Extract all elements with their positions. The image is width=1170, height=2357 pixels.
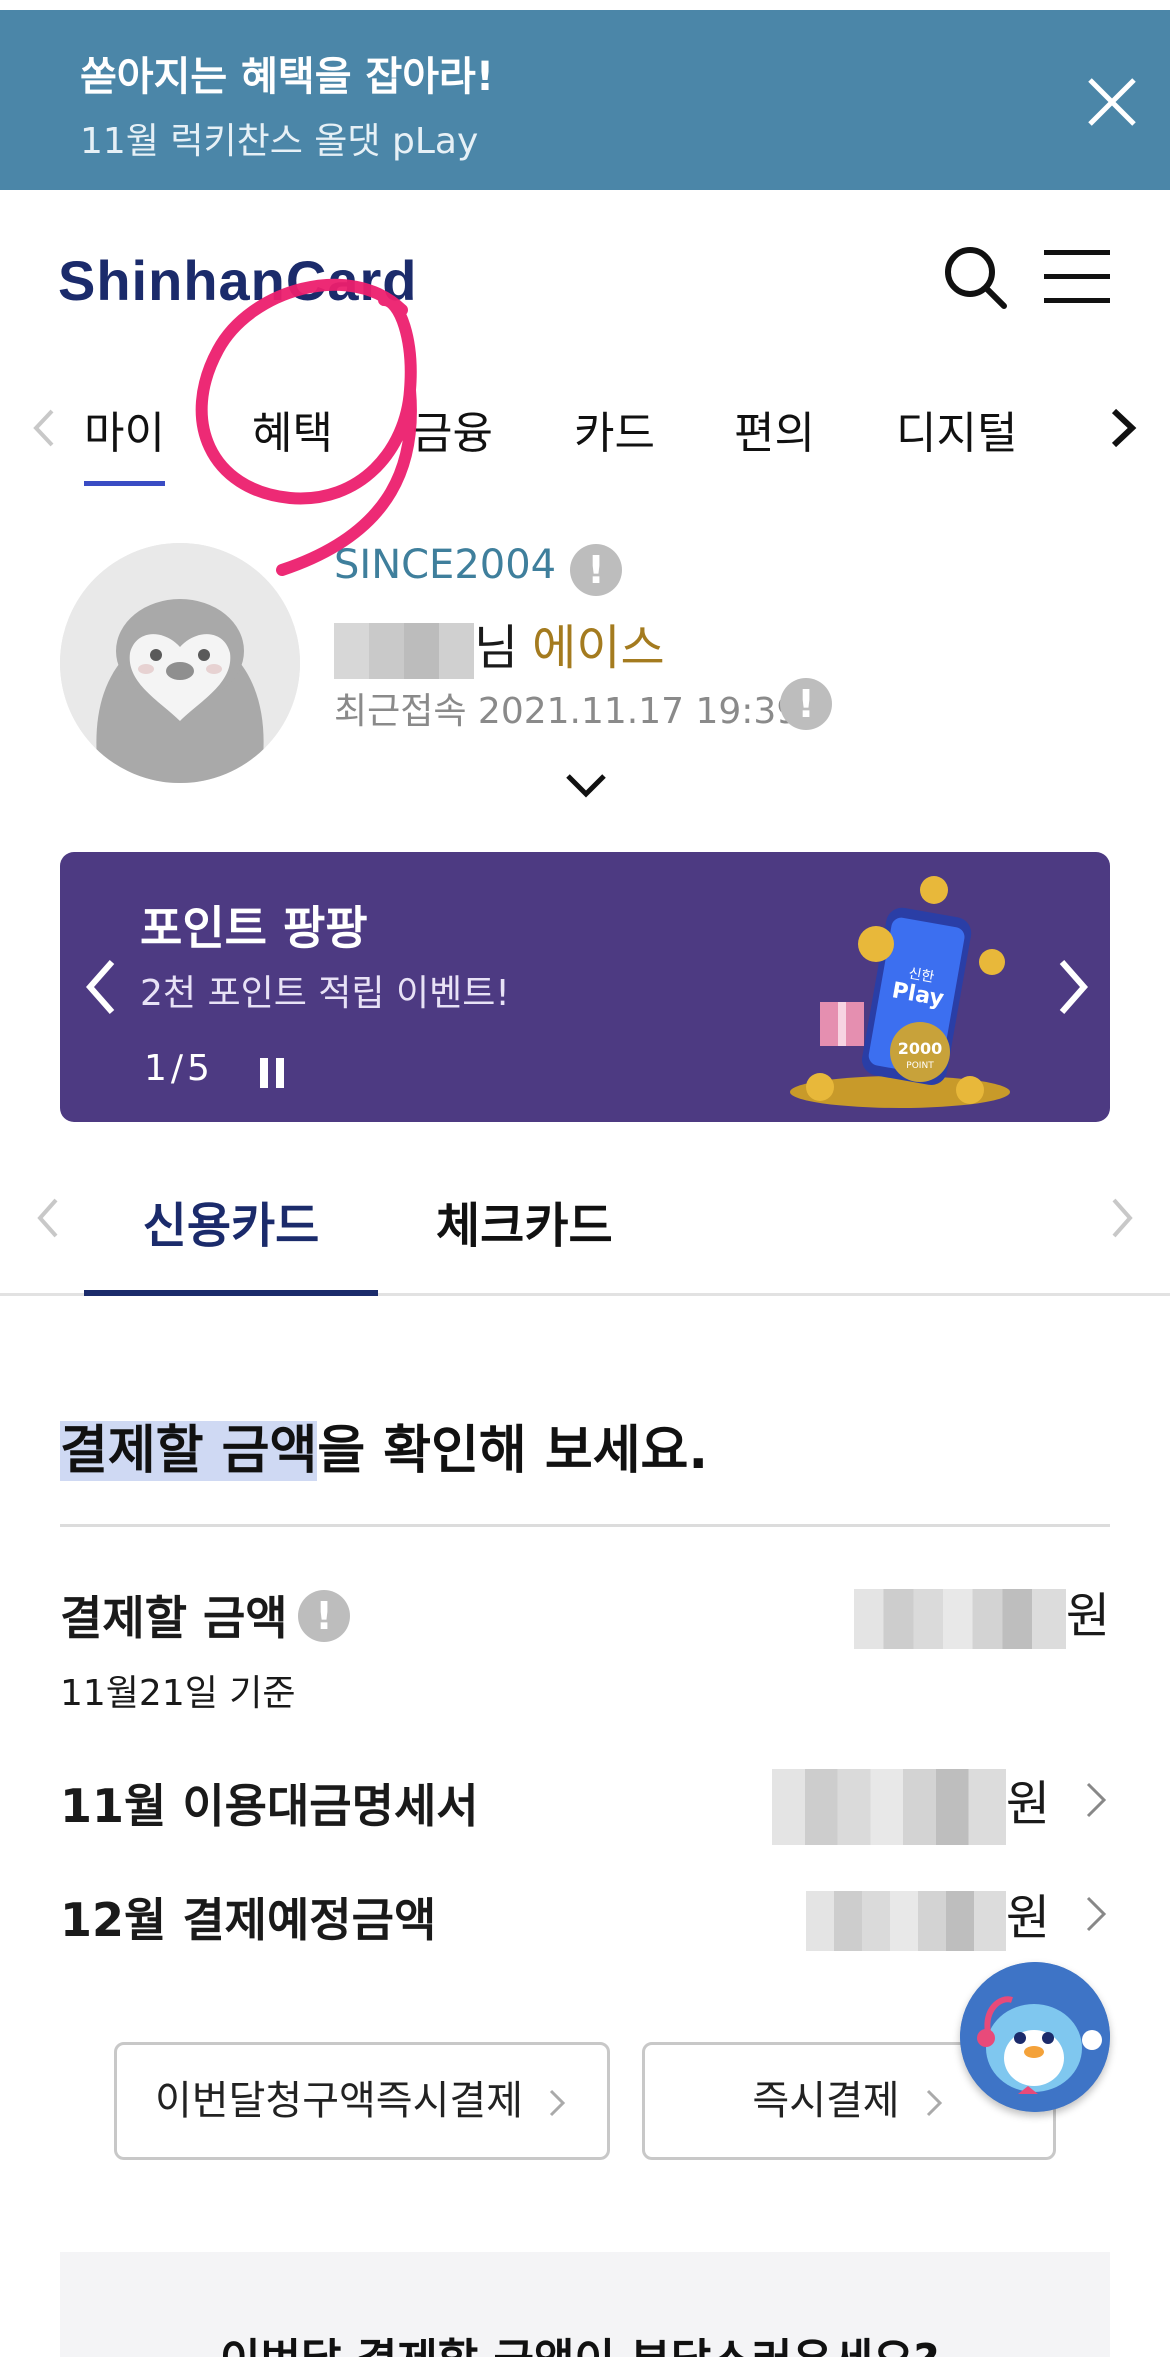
app-header: ShinhanCard	[0, 190, 1170, 370]
info-icon[interactable]: !	[570, 544, 622, 596]
chevron-down-icon[interactable]	[560, 766, 612, 806]
masked-amount	[853, 1589, 1066, 1649]
chevron-left-icon[interactable]	[78, 952, 124, 1022]
chatbot-button[interactable]	[960, 1962, 1110, 2112]
tab-my[interactable]: 마이	[84, 397, 165, 486]
profile-section: SINCE2004 ! 님 에이스 최근접속 2021.11.17 19:39 !	[0, 530, 1170, 820]
tab-finance[interactable]: 금융	[412, 397, 493, 461]
last-login-text: 최근접속 2021.11.17 19:39	[334, 691, 800, 732]
event-banner[interactable]: 포인트 팡팡 2천 포인트 적립 이벤트! 1/5 신한 Play 2000 P…	[60, 852, 1110, 1122]
promo-title: 쏟아지는 혜택을 잡아라!	[80, 54, 495, 100]
pay-phone-illustration: 신한 Play 2000 POINT	[790, 876, 1010, 1108]
payment-heading-rest: 을 확인해 보세요.	[317, 1421, 709, 1481]
pay-now-label: 즉시결제	[752, 2078, 900, 2124]
currency-won: 원	[1005, 1890, 1050, 1946]
chevron-right-icon[interactable]	[1080, 1776, 1110, 1824]
chevron-right-icon[interactable]	[1100, 401, 1146, 455]
chevron-right-icon[interactable]	[1106, 1190, 1140, 1246]
chevron-right-icon[interactable]	[1050, 952, 1096, 1022]
tab-credit-card[interactable]: 신용카드	[84, 1186, 378, 1296]
chevron-right-icon	[549, 2089, 566, 2117]
chevron-right-icon	[926, 2089, 942, 2117]
shinhan-card-logo[interactable]: ShinhanCard	[58, 248, 417, 313]
tab-check-card[interactable]: 체크카드	[436, 1186, 613, 1256]
name-suffix: 님	[474, 620, 519, 676]
penguin-icon	[60, 543, 300, 783]
pause-icon[interactable]	[258, 1056, 286, 1090]
info-icon[interactable]: !	[780, 678, 832, 730]
art-amount-text: 2000	[898, 1039, 943, 1058]
scheduled-payment-amount: 원	[805, 1878, 1050, 1951]
pay-this-month-button[interactable]: 이번달청구액즉시결제	[114, 2042, 610, 2160]
promo-banner[interactable]: 쏟아지는 혜택을 잡아라! 11월 럭키찬스 올댓 pLay	[0, 10, 1170, 190]
art-unit-text: POINT	[906, 1061, 934, 1071]
main-nav-tabs: 마이 혜택 금융 카드 편의 디지털	[0, 375, 1170, 486]
tab-convenience[interactable]: 편의	[734, 397, 815, 461]
banner-page-indicator: 1/5	[144, 1048, 214, 1089]
masked-amount	[771, 1769, 1006, 1845]
close-icon[interactable]	[1070, 60, 1154, 144]
member-since-text: SINCE2004	[334, 542, 557, 588]
statement-label: 11월 이용대금명세서	[60, 1779, 479, 1833]
scheduled-payment-label: 12월 결제예정금액	[60, 1893, 437, 1947]
chevron-left-icon[interactable]	[24, 401, 64, 455]
payment-amount-label: 결제할 금액	[60, 1591, 288, 1645]
promo-subtitle: 11월 럭키찬스 올댓 pLay	[80, 121, 479, 162]
statement-row[interactable]: 11월 이용대금명세서 원	[60, 1769, 1110, 1850]
currency-won: 원	[1005, 1776, 1050, 1832]
installment-promo-text: 이번달 결제할 금액이 부담스러우세요?	[220, 2324, 939, 2357]
tab-digital[interactable]: 디지털	[896, 397, 1017, 461]
banner-title: 포인트 팡팡	[140, 901, 368, 955]
section-divider	[60, 1524, 1110, 1527]
chevron-left-icon[interactable]	[30, 1190, 64, 1246]
chatbot-penguin-icon	[960, 1962, 1110, 2112]
member-name-row: 님 에이스	[334, 608, 665, 679]
masked-amount	[805, 1891, 1006, 1951]
info-icon[interactable]: !	[298, 1590, 350, 1642]
masked-name	[334, 623, 474, 679]
member-grade: 에이스	[532, 620, 665, 676]
search-icon[interactable]	[940, 242, 1010, 312]
penguin-avatar	[60, 543, 300, 783]
payment-date-basis: 11월21일 기준	[60, 1673, 296, 1714]
card-type-tabs: 신용카드 체크카드	[0, 1150, 1170, 1296]
hamburger-menu-icon[interactable]	[1042, 242, 1114, 312]
installment-promo-box[interactable]: 이번달 결제할 금액이 부담스러우세요?	[60, 2252, 1110, 2357]
banner-subtitle: 2천 포인트 적립 이벤트!	[140, 973, 510, 1014]
tab-card[interactable]: 카드	[574, 397, 655, 461]
payment-heading-highlight: 결제할 금액	[60, 1421, 318, 1481]
currency-won: 원	[1065, 1588, 1110, 1644]
payment-heading: 결제할 금액을 확인해 보세요.	[60, 1408, 708, 1483]
payment-amount-value: 원	[853, 1576, 1110, 1649]
statement-amount: 원	[771, 1764, 1050, 1845]
tab-benefits[interactable]: 혜택	[252, 397, 333, 461]
pay-this-month-label: 이번달청구액즉시결제	[155, 2078, 523, 2124]
chevron-right-icon[interactable]	[1080, 1890, 1110, 1938]
scheduled-payment-row[interactable]: 12월 결제예정금액 원	[60, 1884, 1110, 1964]
